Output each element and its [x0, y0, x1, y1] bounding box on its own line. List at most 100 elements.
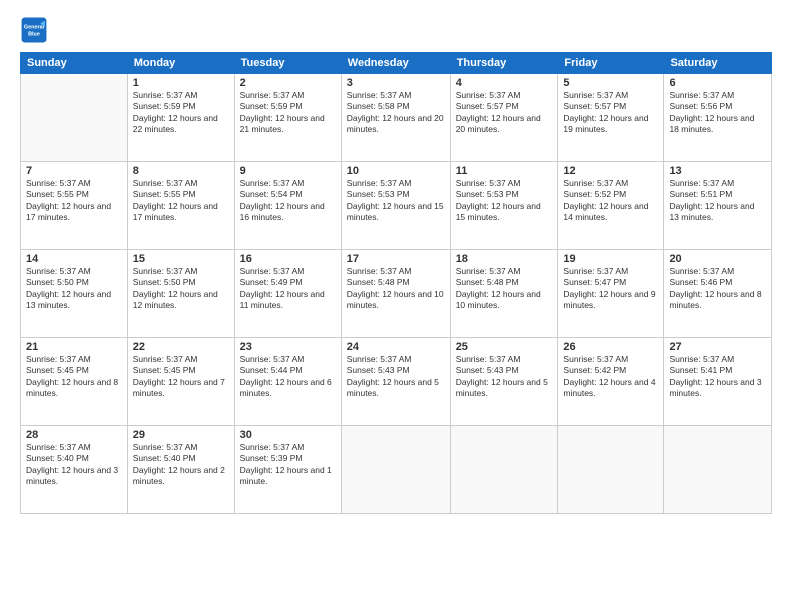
logo-icon: General Blue [20, 16, 48, 44]
page: General Blue SundayMondayTuesdayWednesda… [0, 0, 792, 612]
sunrise-label: Sunrise: 5:37 AM [669, 90, 734, 100]
sunset-label: Sunset: 5:53 PM [456, 189, 519, 199]
day-number: 15 [133, 253, 229, 265]
calendar-cell: 1 Sunrise: 5:37 AM Sunset: 5:59 PM Dayli… [127, 74, 234, 162]
calendar-cell: 24 Sunrise: 5:37 AM Sunset: 5:43 PM Dayl… [341, 338, 450, 426]
header: General Blue [20, 16, 772, 44]
day-info: Sunrise: 5:37 AM Sunset: 5:43 PM Dayligh… [347, 354, 445, 400]
sunset-label: Sunset: 5:51 PM [669, 189, 732, 199]
col-header-thursday: Thursday [450, 53, 558, 74]
sunrise-label: Sunrise: 5:37 AM [133, 442, 198, 452]
sunset-label: Sunset: 5:48 PM [456, 277, 519, 287]
day-info: Sunrise: 5:37 AM Sunset: 5:55 PM Dayligh… [26, 178, 122, 224]
col-header-sunday: Sunday [21, 53, 128, 74]
sunset-label: Sunset: 5:45 PM [133, 365, 196, 375]
day-number: 27 [669, 341, 766, 353]
sunset-label: Sunset: 5:42 PM [563, 365, 626, 375]
sunset-label: Sunset: 5:47 PM [563, 277, 626, 287]
sunrise-label: Sunrise: 5:37 AM [456, 178, 521, 188]
sunset-label: Sunset: 5:46 PM [669, 277, 732, 287]
day-info: Sunrise: 5:37 AM Sunset: 5:50 PM Dayligh… [26, 266, 122, 312]
calendar-week-row: 1 Sunrise: 5:37 AM Sunset: 5:59 PM Dayli… [21, 74, 772, 162]
calendar-cell: 20 Sunrise: 5:37 AM Sunset: 5:46 PM Dayl… [664, 250, 772, 338]
sunrise-label: Sunrise: 5:37 AM [347, 266, 412, 276]
calendar-cell: 9 Sunrise: 5:37 AM Sunset: 5:54 PM Dayli… [234, 162, 341, 250]
day-number: 29 [133, 429, 229, 441]
sunset-label: Sunset: 5:48 PM [347, 277, 410, 287]
sunset-label: Sunset: 5:44 PM [240, 365, 303, 375]
daylight-label: Daylight: 12 hours and 8 minutes. [669, 289, 761, 310]
sunset-label: Sunset: 5:59 PM [240, 101, 303, 111]
day-number: 30 [240, 429, 336, 441]
day-info: Sunrise: 5:37 AM Sunset: 5:47 PM Dayligh… [563, 266, 658, 312]
daylight-label: Daylight: 12 hours and 16 minutes. [240, 201, 325, 222]
day-number: 10 [347, 165, 445, 177]
day-info: Sunrise: 5:37 AM Sunset: 5:58 PM Dayligh… [347, 90, 445, 136]
daylight-label: Daylight: 12 hours and 15 minutes. [347, 201, 444, 222]
svg-text:General: General [24, 24, 45, 30]
sunset-label: Sunset: 5:56 PM [669, 101, 732, 111]
daylight-label: Daylight: 12 hours and 3 minutes. [26, 465, 118, 486]
daylight-label: Daylight: 12 hours and 2 minutes. [133, 465, 225, 486]
day-info: Sunrise: 5:37 AM Sunset: 5:50 PM Dayligh… [133, 266, 229, 312]
day-number: 17 [347, 253, 445, 265]
calendar-cell: 28 Sunrise: 5:37 AM Sunset: 5:40 PM Dayl… [21, 426, 128, 514]
sunrise-label: Sunrise: 5:37 AM [26, 442, 91, 452]
sunset-label: Sunset: 5:55 PM [133, 189, 196, 199]
daylight-label: Daylight: 12 hours and 1 minute. [240, 465, 332, 486]
sunrise-label: Sunrise: 5:37 AM [133, 266, 198, 276]
day-number: 7 [26, 165, 122, 177]
day-number: 4 [456, 77, 553, 89]
day-info: Sunrise: 5:37 AM Sunset: 5:48 PM Dayligh… [347, 266, 445, 312]
calendar-cell: 18 Sunrise: 5:37 AM Sunset: 5:48 PM Dayl… [450, 250, 558, 338]
daylight-label: Daylight: 12 hours and 18 minutes. [669, 113, 754, 134]
daylight-label: Daylight: 12 hours and 22 minutes. [133, 113, 218, 134]
daylight-label: Daylight: 12 hours and 5 minutes. [347, 377, 439, 398]
sunset-label: Sunset: 5:39 PM [240, 453, 303, 463]
sunrise-label: Sunrise: 5:37 AM [456, 354, 521, 364]
sunset-label: Sunset: 5:50 PM [133, 277, 196, 287]
calendar-cell: 12 Sunrise: 5:37 AM Sunset: 5:52 PM Dayl… [558, 162, 664, 250]
day-info: Sunrise: 5:37 AM Sunset: 5:59 PM Dayligh… [133, 90, 229, 136]
day-info: Sunrise: 5:37 AM Sunset: 5:54 PM Dayligh… [240, 178, 336, 224]
calendar-cell: 13 Sunrise: 5:37 AM Sunset: 5:51 PM Dayl… [664, 162, 772, 250]
sunrise-label: Sunrise: 5:37 AM [456, 266, 521, 276]
calendar-cell: 10 Sunrise: 5:37 AM Sunset: 5:53 PM Dayl… [341, 162, 450, 250]
sunrise-label: Sunrise: 5:37 AM [26, 266, 91, 276]
sunset-label: Sunset: 5:41 PM [669, 365, 732, 375]
col-header-monday: Monday [127, 53, 234, 74]
calendar-cell: 17 Sunrise: 5:37 AM Sunset: 5:48 PM Dayl… [341, 250, 450, 338]
sunset-label: Sunset: 5:54 PM [240, 189, 303, 199]
day-number: 26 [563, 341, 658, 353]
day-number: 21 [26, 341, 122, 353]
daylight-label: Daylight: 12 hours and 21 minutes. [240, 113, 325, 134]
daylight-label: Daylight: 12 hours and 11 minutes. [240, 289, 325, 310]
day-info: Sunrise: 5:37 AM Sunset: 5:52 PM Dayligh… [563, 178, 658, 224]
day-number: 14 [26, 253, 122, 265]
day-number: 6 [669, 77, 766, 89]
calendar-cell: 27 Sunrise: 5:37 AM Sunset: 5:41 PM Dayl… [664, 338, 772, 426]
day-info: Sunrise: 5:37 AM Sunset: 5:48 PM Dayligh… [456, 266, 553, 312]
sunset-label: Sunset: 5:43 PM [347, 365, 410, 375]
sunrise-label: Sunrise: 5:37 AM [563, 178, 628, 188]
calendar-cell: 14 Sunrise: 5:37 AM Sunset: 5:50 PM Dayl… [21, 250, 128, 338]
day-info: Sunrise: 5:37 AM Sunset: 5:59 PM Dayligh… [240, 90, 336, 136]
sunrise-label: Sunrise: 5:37 AM [26, 354, 91, 364]
calendar-cell: 16 Sunrise: 5:37 AM Sunset: 5:49 PM Dayl… [234, 250, 341, 338]
day-number: 8 [133, 165, 229, 177]
daylight-label: Daylight: 12 hours and 17 minutes. [26, 201, 111, 222]
daylight-label: Daylight: 12 hours and 9 minutes. [563, 289, 655, 310]
calendar-cell: 8 Sunrise: 5:37 AM Sunset: 5:55 PM Dayli… [127, 162, 234, 250]
sunrise-label: Sunrise: 5:37 AM [26, 178, 91, 188]
day-info: Sunrise: 5:37 AM Sunset: 5:43 PM Dayligh… [456, 354, 553, 400]
sunrise-label: Sunrise: 5:37 AM [456, 90, 521, 100]
calendar-week-row: 7 Sunrise: 5:37 AM Sunset: 5:55 PM Dayli… [21, 162, 772, 250]
daylight-label: Daylight: 12 hours and 12 minutes. [133, 289, 218, 310]
sunset-label: Sunset: 5:55 PM [26, 189, 89, 199]
day-info: Sunrise: 5:37 AM Sunset: 5:56 PM Dayligh… [669, 90, 766, 136]
calendar-cell: 19 Sunrise: 5:37 AM Sunset: 5:47 PM Dayl… [558, 250, 664, 338]
sunrise-label: Sunrise: 5:37 AM [133, 90, 198, 100]
day-info: Sunrise: 5:37 AM Sunset: 5:46 PM Dayligh… [669, 266, 766, 312]
sunrise-label: Sunrise: 5:37 AM [240, 266, 305, 276]
daylight-label: Daylight: 12 hours and 13 minutes. [26, 289, 111, 310]
